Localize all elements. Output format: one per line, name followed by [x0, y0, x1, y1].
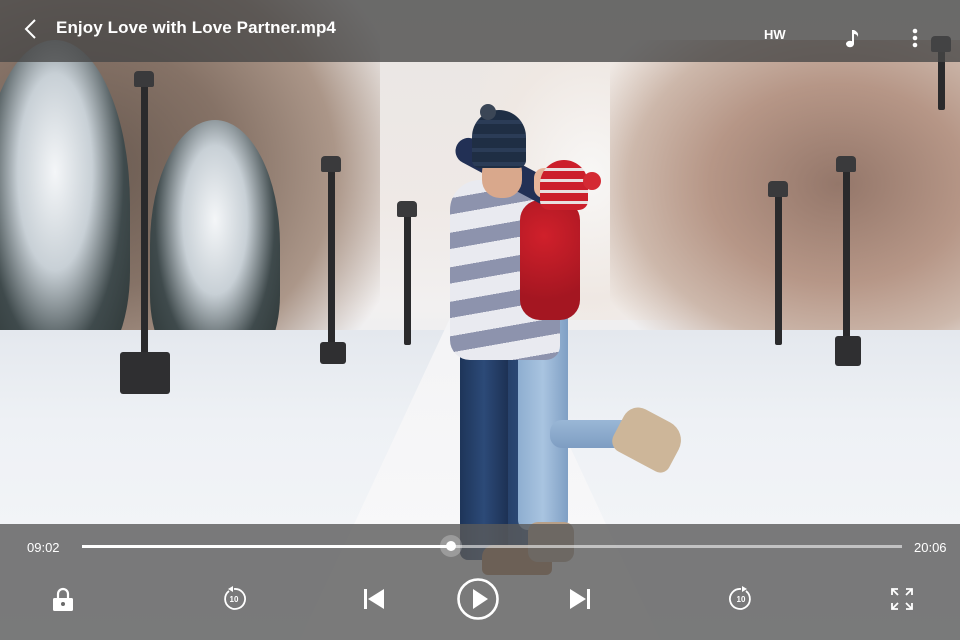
- top-bar: Enjoy Love with Love Partner.mp4 HW: [0, 0, 960, 62]
- audio-button[interactable]: [842, 27, 864, 51]
- back-button[interactable]: [18, 14, 46, 44]
- video-title: Enjoy Love with Love Partner.mp4: [56, 18, 336, 37]
- street-lamp: [768, 181, 788, 345]
- woman-sweater: [520, 200, 580, 320]
- street-lamp: [836, 156, 856, 360]
- next-button[interactable]: [568, 588, 592, 610]
- rewind-10-button[interactable]: 10: [221, 586, 247, 612]
- trash-bin: [835, 336, 861, 366]
- fullscreen-icon: [891, 588, 913, 610]
- street-lamp: [134, 71, 154, 375]
- current-time: 09:02: [27, 540, 60, 555]
- more-vertical-icon: [912, 28, 918, 48]
- rewind-seconds-label: 10: [229, 595, 239, 604]
- woman-beanie: [540, 160, 588, 210]
- man-beanie-pompom: [480, 104, 496, 120]
- play-button[interactable]: [456, 577, 500, 621]
- play-icon: [457, 578, 499, 620]
- couple-figure: [440, 104, 690, 590]
- more-options-button[interactable]: [905, 27, 925, 51]
- woman-boot: [608, 401, 688, 477]
- total-time: 20:06: [914, 540, 947, 555]
- seek-bar[interactable]: [82, 535, 902, 557]
- trash-bin: [120, 352, 170, 394]
- back-arrow-icon: [24, 19, 36, 39]
- hw-decoder-button[interactable]: HW: [764, 27, 786, 42]
- trash-bin: [320, 342, 346, 364]
- street-lamp: [321, 156, 341, 360]
- forward-10-button[interactable]: 10: [728, 586, 754, 612]
- seek-progress: [82, 545, 451, 548]
- skip-next-icon: [570, 589, 590, 609]
- forward-seconds-label: 10: [736, 595, 746, 604]
- street-lamp: [397, 201, 417, 345]
- man-beanie: [472, 110, 526, 168]
- fullscreen-button[interactable]: [891, 588, 913, 610]
- woman-beanie-pompom: [583, 172, 601, 190]
- lock-icon: [53, 587, 73, 611]
- seek-thumb[interactable]: [439, 535, 462, 557]
- previous-button[interactable]: [362, 588, 386, 610]
- skip-previous-icon: [364, 589, 384, 609]
- lock-button[interactable]: [52, 587, 74, 613]
- music-note-icon: [846, 30, 859, 48]
